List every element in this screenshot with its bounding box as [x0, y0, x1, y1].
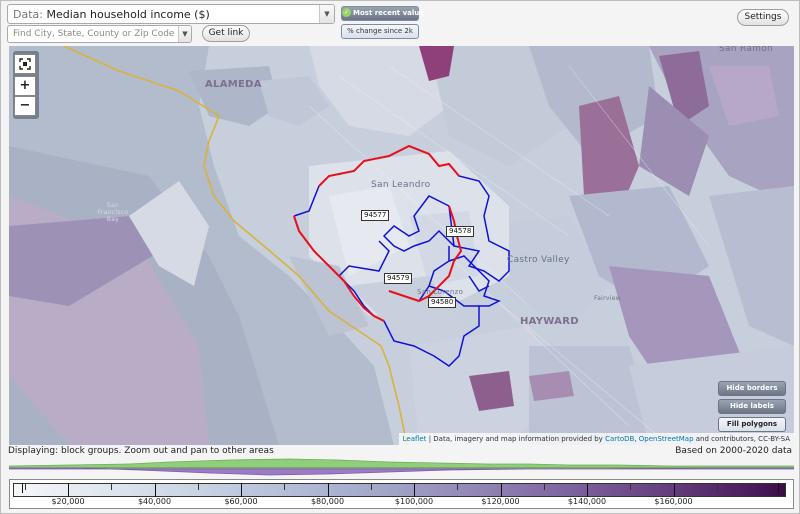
- legend-minor-tick: [716, 483, 718, 490]
- most-recent-value-label: Most recent value: [353, 9, 425, 17]
- data-select[interactable]: Data: Median household income ($) ▼: [7, 4, 335, 24]
- hide-borders-button[interactable]: Hide borders: [718, 381, 786, 396]
- place-label-san-lorenzo: San Lorenzo: [417, 288, 464, 296]
- zip-label-94580[interactable]: 94580: [428, 297, 457, 308]
- legend-minor-tick: [457, 483, 459, 490]
- legend-tick-label: $120,000: [481, 497, 520, 506]
- displaying-note: Displaying: block groups. Zoom out and p…: [8, 446, 274, 456]
- percent-change-toggle[interactable]: % change since 2k: [341, 24, 419, 39]
- legend-major-tick: [587, 483, 588, 497]
- check-icon: ✓: [342, 8, 351, 17]
- attribution-rest: and contributors, CC-BY-SA: [693, 435, 790, 443]
- search-placeholder: Find City, State, County or Zip Code: [13, 29, 175, 39]
- choropleth-layer: [9, 46, 794, 445]
- legend-major-tick: [154, 483, 156, 497]
- color-scale-bar: [13, 483, 786, 497]
- legend-major-tick: [500, 483, 502, 497]
- data-select-prefix: Data:: [13, 8, 43, 21]
- legend-major-tick: [414, 483, 415, 497]
- map-attribution: Leaflet | Data, imagery and map informat…: [398, 433, 794, 445]
- fill-polygons-button[interactable]: Fill polygons: [718, 417, 786, 432]
- chevron-down-icon[interactable]: ▼: [319, 5, 334, 23]
- settings-button[interactable]: Settings: [737, 9, 789, 26]
- most-recent-value-toggle[interactable]: ✓ Most recent value: [341, 6, 424, 21]
- leaflet-link[interactable]: Leaflet: [403, 435, 427, 443]
- data-select-value: Median household income ($): [46, 8, 210, 21]
- cartodb-link[interactable]: CartoDB: [605, 435, 634, 443]
- location-search-input[interactable]: Find City, State, County or Zip Code ▼: [7, 25, 192, 43]
- legend-minor-tick: [197, 483, 199, 490]
- map-canvas[interactable]: ALAMEDA San Leandro Castro Valley HAYWAR…: [9, 46, 794, 445]
- place-label-alameda: ALAMEDA: [205, 79, 262, 90]
- legend-minor-tick: [630, 483, 632, 490]
- zoom-in-button[interactable]: +: [14, 76, 36, 96]
- get-link-button[interactable]: Get link: [202, 25, 250, 42]
- chevron-down-icon[interactable]: ▼: [178, 26, 191, 42]
- legend-tick-label: $100,000: [394, 497, 434, 506]
- zip-label-94579[interactable]: 94579: [384, 273, 413, 284]
- legend-tick-label: $60,000: [224, 497, 258, 506]
- place-label-castro-valley: Castro Valley: [507, 255, 570, 265]
- legend-tick-label: $80,000: [310, 497, 345, 506]
- attribution-sep: | Data, imagery and map information prov…: [426, 435, 606, 443]
- place-label-fairview: Fairview: [594, 295, 621, 302]
- legend-minor-tick: [111, 483, 113, 490]
- zip-label-94578[interactable]: 94578: [446, 226, 475, 237]
- place-label-sf-bay: San Francisco Bay: [97, 202, 129, 223]
- legend-minor-tick: [284, 483, 286, 490]
- place-label-hayward: HAYWARD: [520, 316, 579, 327]
- place-label-san-leandro: San Leandro: [371, 180, 431, 190]
- openstreetmap-link[interactable]: OpenStreetMap: [639, 435, 694, 443]
- legend-major-tick: [673, 483, 675, 497]
- legend-major-tick: [241, 483, 242, 497]
- legend-minor-tick: [24, 483, 26, 490]
- hide-labels-button[interactable]: Hide labels: [718, 399, 786, 414]
- legend-tick-label: $40,000: [137, 497, 172, 506]
- legend-minor-tick: [370, 483, 372, 490]
- legend-end-tick: [22, 483, 23, 493]
- legend-minor-tick: [543, 483, 545, 490]
- zoom-out-button[interactable]: −: [14, 96, 36, 116]
- based-on-note: Based on 2000-2020 data: [675, 446, 792, 456]
- app-window: Data: Median household income ($) ▼ Find…: [0, 0, 800, 514]
- legend-tick-label: $160,000: [654, 497, 693, 506]
- legend-major-tick: [327, 483, 329, 497]
- legend-tick-label: $20,000: [51, 497, 85, 506]
- legend-major-tick: [68, 483, 69, 497]
- zip-label-94577[interactable]: 94577: [361, 210, 390, 221]
- legend-tick-label: $140,000: [567, 497, 607, 506]
- place-label-san-ramon: San Ramon: [719, 46, 774, 54]
- value-distribution-histogram: [9, 458, 794, 476]
- fullscreen-icon[interactable]: [14, 54, 36, 74]
- color-legend: $20,000 $40,000 $60,000 $80,000 $100,000 $120…: [9, 479, 794, 509]
- legend-end-tick: [778, 483, 779, 493]
